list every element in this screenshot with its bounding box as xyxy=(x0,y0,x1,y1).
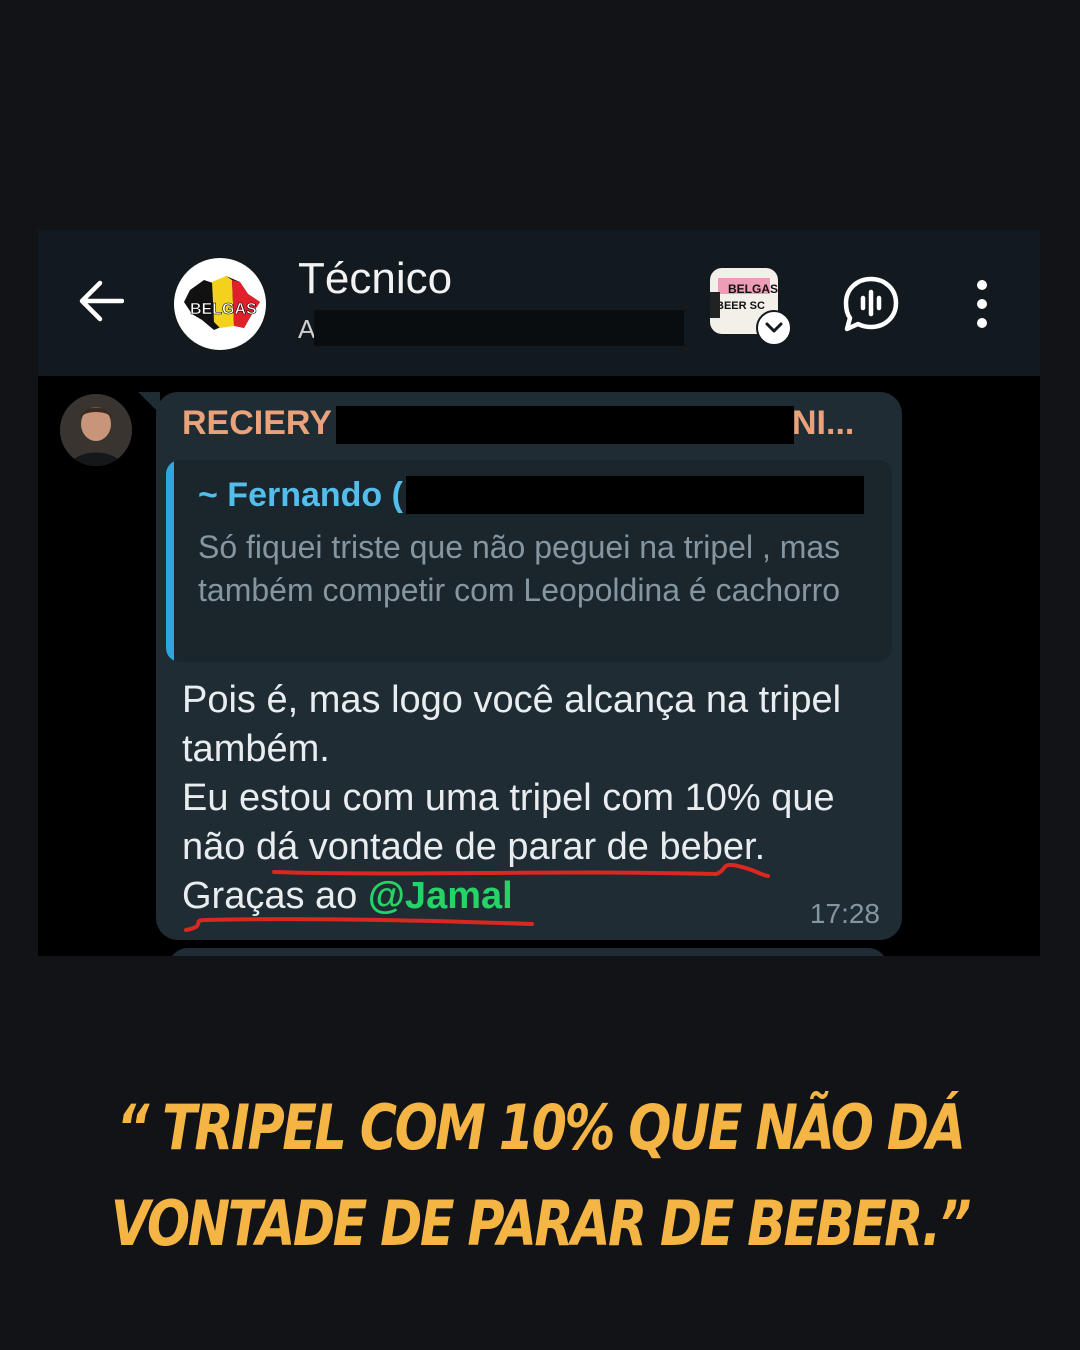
quoted-message[interactable]: ~ Fernando ( Só fiquei triste que não pe… xyxy=(166,460,892,662)
redaction-bar xyxy=(406,476,864,514)
message-time: 17:28 xyxy=(809,898,880,929)
sender-name[interactable]: RECIERY xyxy=(182,404,332,443)
community-logo-line2: BEER SC xyxy=(716,300,765,312)
belgas-logo: BELGAS xyxy=(184,276,260,330)
chevron-down-icon xyxy=(756,310,792,346)
message-text-line1: Pois é, mas logo você alcança na tripel … xyxy=(182,679,842,770)
mention-link[interactable]: @Jamal xyxy=(368,875,513,917)
more-options-button[interactable] xyxy=(964,276,1000,332)
community-logo-line1: BELGAS xyxy=(728,282,778,296)
sender-avatar[interactable] xyxy=(60,394,132,466)
avatar-logo-text: BELGAS xyxy=(190,301,257,318)
more-vertical-icon xyxy=(977,280,987,291)
quote-text: Só fiquei triste que não peguei na tripe… xyxy=(198,529,841,608)
group-avatar[interactable]: BELGAS xyxy=(174,258,266,350)
message-bubble[interactable]: RECIERY NI... ~ Fernando ( Só fiquei tri… xyxy=(156,392,902,940)
chat-screenshot: BELGAS Técnico A BELGAS BEER SC RECIERY … xyxy=(38,230,1040,956)
redaction-bar xyxy=(314,310,684,346)
voice-chat-icon xyxy=(843,276,899,332)
chat-header: BELGAS Técnico A BELGAS BEER SC xyxy=(38,230,1040,376)
arrow-left-icon xyxy=(79,280,124,322)
message-text: Pois é, mas logo você alcança na tripel … xyxy=(182,676,862,921)
quote-author: ~ Fernando ( xyxy=(198,476,403,514)
back-button[interactable] xyxy=(76,276,126,326)
group-subtitle: A xyxy=(298,314,316,344)
sender-name-tail: NI... xyxy=(792,404,855,442)
redaction-bar xyxy=(336,406,794,444)
group-name[interactable]: Técnico xyxy=(298,254,452,304)
voice-chat-button[interactable] xyxy=(841,274,901,334)
next-message-bubble[interactable] xyxy=(168,948,888,956)
community-button[interactable]: BELGAS BEER SC xyxy=(710,268,792,346)
quote-caption: “ TRIPEL COM 10% QUE NÃO DÁ VONTADE DE P… xyxy=(110,1091,972,1260)
